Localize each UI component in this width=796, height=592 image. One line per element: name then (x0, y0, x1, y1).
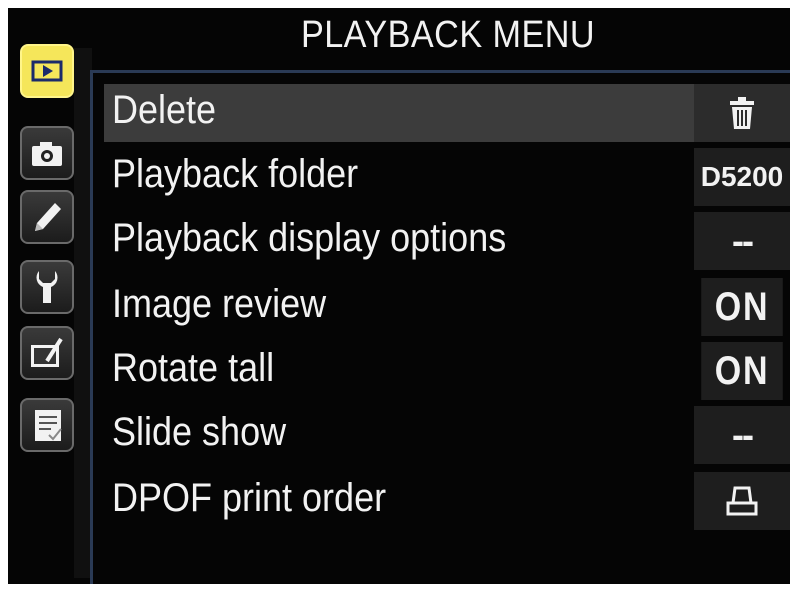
menu-item-image-review[interactable]: Image review ON (104, 278, 790, 336)
menu-item-value (694, 84, 790, 142)
tab-custom-settings[interactable] (20, 190, 74, 244)
retouch-icon (31, 337, 63, 367)
menu-item-value (694, 472, 790, 530)
camera-menu-screen: PLAYBACK MENU Delete Playback folder D52… (8, 8, 790, 584)
menu-item-slide-show[interactable]: Slide show -- (104, 406, 790, 464)
menu-item-label: Playback display options (112, 216, 507, 260)
trash-icon (730, 97, 754, 129)
playback-icon (31, 60, 63, 82)
tab-retouch[interactable] (20, 326, 74, 380)
menu-item-playback-display-options[interactable]: Playback display options -- (104, 212, 790, 270)
recent-settings-icon (35, 410, 62, 441)
menu-item-value: ON (701, 278, 783, 336)
menu-item-playback-folder[interactable]: Playback folder D5200 (104, 148, 790, 206)
menu-item-value: D5200 (694, 148, 790, 206)
title-divider (90, 70, 790, 73)
menu-item-label: Delete (112, 88, 217, 132)
printer-icon (726, 486, 758, 516)
rail-divider (90, 70, 93, 584)
page-title: PLAYBACK MENU (300, 14, 596, 56)
menu-item-label: Image review (112, 282, 327, 326)
menu-item-rotate-tall[interactable]: Rotate tall ON (104, 342, 790, 400)
tab-shooting[interactable] (20, 126, 74, 180)
tab-setup[interactable] (20, 260, 74, 314)
menu-item-label: DPOF print order (112, 476, 387, 520)
menu-item-label: Slide show (112, 410, 287, 454)
wrench-icon (36, 271, 58, 303)
menu-item-value: -- (694, 406, 790, 464)
menu-item-value: -- (694, 212, 790, 270)
tab-recent-settings[interactable] (20, 398, 74, 452)
menu-item-delete[interactable]: Delete (104, 84, 790, 142)
camera-icon (32, 142, 62, 166)
pencil-icon (35, 203, 61, 231)
menu-item-label: Rotate tall (112, 346, 275, 390)
menu-item-label: Playback folder (112, 152, 359, 196)
menu-item-value: ON (701, 342, 783, 400)
tab-playback[interactable] (20, 44, 74, 98)
menu-item-dpof-print-order[interactable]: DPOF print order (104, 472, 790, 530)
